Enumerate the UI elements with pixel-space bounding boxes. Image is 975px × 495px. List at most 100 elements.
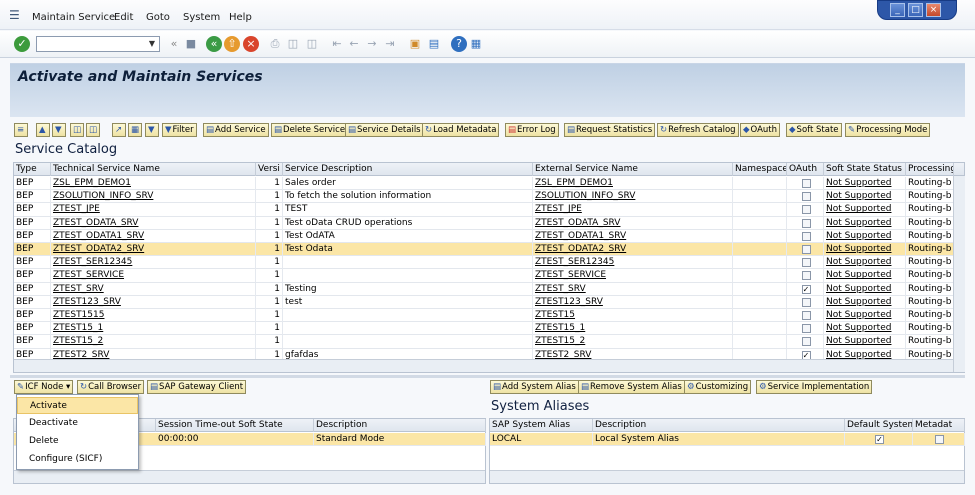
find-next-row-icon[interactable]: ◫ — [86, 123, 100, 137]
maximize-button[interactable]: □ — [908, 3, 923, 17]
col-metadata[interactable]: Metadat — [913, 419, 965, 432]
menu-help[interactable]: Help — [229, 12, 252, 23]
details-view-icon[interactable]: ≡ — [14, 123, 28, 137]
table-row[interactable]: BEP ZSL_EPM_DEMO1 1 Sales order ZSL_EPM_DEMO… — [14, 177, 964, 191]
col-icf-description[interactable]: Description — [314, 419, 486, 432]
refresh-catalog-button[interactable]: ↻Refresh Catalog — [657, 123, 739, 137]
col-alias-description[interactable]: Description — [593, 419, 845, 432]
oauth-checkbox[interactable] — [801, 297, 811, 307]
save-icon[interactable]: ■ — [183, 36, 199, 52]
oauth-checkbox[interactable] — [801, 218, 811, 228]
collapse-icon[interactable]: « — [166, 36, 182, 52]
export-icon[interactable]: ↗ — [112, 123, 126, 137]
table-row[interactable]: BEP ZTEST_ODATA2_SRV 1 Test Odata ZTEST_ODAT… — [14, 243, 964, 257]
oauth-checkbox[interactable] — [801, 245, 811, 254]
alias-row[interactable]: LOCAL Local System Alias ✓ — [490, 433, 965, 447]
col-technical-name[interactable]: Technical Service Name — [51, 163, 256, 176]
customize-layout-icon[interactable]: ▦ — [468, 36, 484, 52]
col-namespace[interactable]: Namespace — [733, 163, 787, 176]
table-row[interactable]: BEP ZTEST_SERVICE 1 ZTEST_SERVICE Not Suppor… — [14, 269, 964, 283]
col-soft-state[interactable]: Soft State Status — [824, 163, 906, 176]
table-row[interactable]: BEP ZTEST1515 1 ZTEST15 Not Supported Routing… — [14, 309, 964, 323]
oauth-checkbox[interactable] — [801, 271, 811, 281]
menu-goto[interactable]: Goto — [146, 12, 170, 23]
delete-service-button[interactable]: ▤Delete Service — [271, 123, 349, 137]
table-row[interactable]: BEP ZSOLUTION_INFO_SRV 1 To fetch the solut… — [14, 190, 964, 204]
metadata-checkbox[interactable] — [935, 435, 944, 444]
sort-asc-icon[interactable]: ▲ — [36, 123, 50, 137]
enter-icon[interactable]: ✓ — [14, 36, 30, 52]
oauth-checkbox[interactable] — [801, 258, 811, 268]
table-row[interactable]: BEP ZTEST15_1 1 ZTEST15_1 Not Supported Routi… — [14, 322, 964, 336]
catalog-vertical-scrollbar[interactable] — [953, 176, 965, 372]
alias-horizontal-scrollbar[interactable] — [490, 470, 964, 483]
oauth-checkbox[interactable] — [801, 231, 811, 241]
oauth-checkbox[interactable] — [801, 205, 811, 215]
find-row-icon[interactable]: ◫ — [70, 123, 84, 137]
add-alias-button[interactable]: ▤Add System Alias — [490, 380, 579, 394]
layout-icon[interactable]: ▦ — [128, 123, 142, 137]
oauth-checkbox[interactable] — [801, 192, 811, 202]
oauth-checkbox[interactable] — [801, 311, 811, 320]
default-system-checkbox[interactable]: ✓ — [875, 435, 884, 444]
oauth-button[interactable]: ◆OAuth — [740, 123, 781, 137]
sap-menu-icon[interactable]: ☰ — [9, 8, 20, 22]
back-icon[interactable]: « — [206, 36, 222, 52]
filter-button[interactable]: ▼Filter — [162, 123, 197, 137]
processing-mode-button[interactable]: ✎Processing Mode — [845, 123, 931, 137]
request-statistics-button[interactable]: ▤Request Statistics — [564, 123, 656, 137]
menu-maintain-service[interactable]: Maintain Service — [32, 12, 115, 23]
col-service-description[interactable]: Service Description — [283, 163, 533, 176]
table-row[interactable]: BEP ZTEST15_2 1 ZTEST15_2 Not Supported Routi… — [14, 335, 964, 349]
table-row[interactable]: BEP ZTEST_ODATA_SRV 1 Test oData CRUD opera… — [14, 216, 964, 230]
call-browser-button[interactable]: ↻Call Browser — [77, 380, 145, 394]
icf-node-button[interactable]: ✎ICF Node ▾ — [14, 380, 74, 394]
col-alias[interactable]: SAP System Alias — [490, 419, 593, 432]
oauth-checkbox[interactable] — [801, 337, 811, 347]
shortcut-icon[interactable]: ▤ — [426, 36, 442, 52]
col-timeout[interactable]: Session Time-out Soft State — [156, 419, 314, 432]
icf-horizontal-scrollbar[interactable] — [14, 470, 485, 483]
menu-item-deactivate[interactable]: Deactivate — [17, 415, 138, 432]
col-version[interactable]: Versi — [256, 163, 283, 176]
menu-item-configure-sicf[interactable]: Configure (SICF) — [17, 451, 138, 468]
soft-state-button[interactable]: ◆Soft State — [786, 123, 842, 137]
table-row[interactable]: BEP ZTEST_JPE 1 TEST ZTEST_JPE Not Supported R… — [14, 203, 964, 217]
menu-system[interactable]: System — [183, 12, 220, 23]
remove-alias-button[interactable]: ▤Remove System Alias — [578, 380, 685, 394]
customizing-button[interactable]: ⚙Customizing — [684, 380, 752, 394]
col-oauth[interactable]: OAuth — [787, 163, 824, 176]
oauth-checkbox[interactable]: ✓ — [801, 284, 811, 294]
gateway-client-button[interactable]: ▤SAP Gateway Client — [147, 380, 247, 394]
table-row[interactable]: BEP ZTEST_SER12345 1 ZTEST_SER12345 Not Supp… — [14, 256, 964, 270]
col-type[interactable]: Type — [14, 163, 51, 176]
table-row[interactable]: BEP ZTEST_SRV 1 Testing ZTEST_SRV ✓ Not Suppor… — [14, 282, 964, 296]
col-external-name[interactable]: External Service Name — [533, 163, 733, 176]
menu-item-activate[interactable]: Activate — [17, 397, 138, 414]
menu-item-delete[interactable]: Delete — [17, 433, 138, 450]
command-field[interactable]: ▼ — [36, 36, 160, 52]
select-layout-icon[interactable]: ▼ — [145, 123, 159, 137]
close-window-button[interactable]: × — [926, 3, 941, 17]
minimize-button[interactable]: _ — [890, 3, 905, 17]
catalog-horizontal-scrollbar[interactable] — [14, 359, 954, 372]
help-icon[interactable]: ? — [451, 36, 467, 52]
oauth-checkbox[interactable] — [801, 179, 811, 188]
oauth-checkbox[interactable] — [801, 324, 811, 334]
exit-icon[interactable]: ⇧ — [224, 36, 240, 52]
cancel-icon[interactable]: × — [243, 36, 259, 52]
error-log-button[interactable]: ▤Error Log — [505, 123, 559, 137]
splitter[interactable] — [10, 375, 965, 378]
chevron-down-icon[interactable]: ▼ — [145, 37, 159, 51]
table-row[interactable]: BEP ZTEST123_SRV 1 test ZTEST123_SRV Not Supp… — [14, 295, 964, 309]
new-session-icon[interactable]: ▣ — [407, 36, 423, 52]
service-details-button[interactable]: ▤Service Details — [345, 123, 424, 137]
add-service-button[interactable]: ▤Add Service — [203, 123, 269, 137]
table-row[interactable]: BEP ZTEST_ODATA1_SRV 1 Test OdATA ZTEST_ODAT… — [14, 229, 964, 243]
sort-desc-icon[interactable]: ▼ — [52, 123, 66, 137]
load-metadata-button[interactable]: ↻Load Metadata — [422, 123, 500, 137]
col-processing[interactable]: Processing — [906, 163, 954, 176]
service-implementation-button[interactable]: ⚙Service Implementation — [756, 380, 873, 394]
menu-edit[interactable]: Edit — [114, 12, 133, 23]
col-default-system[interactable]: Default System — [845, 419, 913, 432]
